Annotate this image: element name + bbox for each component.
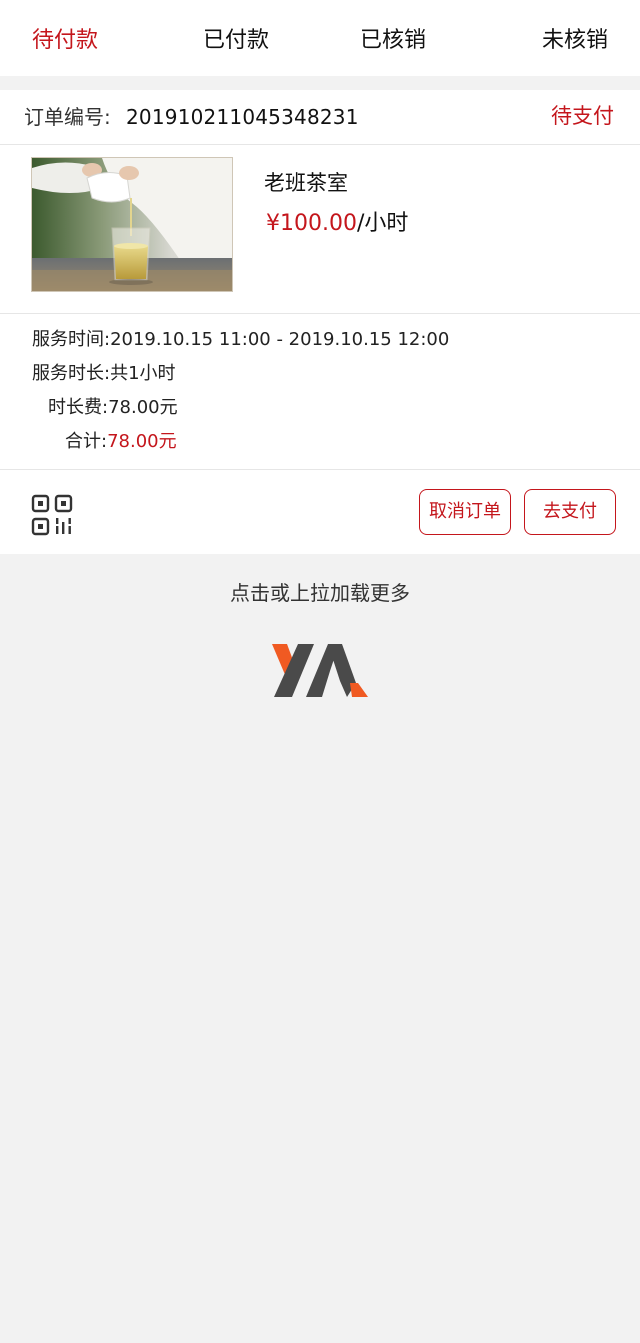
cancel-order-button[interactable]: 取消订单	[419, 489, 511, 535]
duration-value: 共1小时	[110, 363, 176, 384]
total-label: 合计:	[65, 431, 108, 452]
order-status-badge: 待支付	[551, 104, 614, 128]
tab-verified[interactable]: 已核销	[360, 24, 426, 58]
order-actions: 取消订单 去支付	[0, 470, 640, 554]
price-amount: ¥100.00	[266, 211, 357, 236]
service-time-row: 服务时间:2019.10.15 11:00 - 2019.10.15 12:00	[32, 327, 449, 353]
price-unit: /小时	[356, 211, 409, 236]
order-number: 201910211045348231	[126, 105, 359, 129]
total-row: 合计:78.00元	[65, 429, 177, 455]
fee-label: 时长费:	[48, 397, 109, 418]
order-card: 订单编号: 201910211045348231 待支付 老班茶室 ¥100.0…	[0, 90, 640, 554]
product-image	[31, 157, 233, 292]
fee-value: 78.00元	[108, 397, 178, 418]
order-header: 订单编号: 201910211045348231 待支付	[0, 90, 640, 145]
load-more-link[interactable]: 点击或上拉加载更多	[0, 577, 640, 609]
service-time-value: 2019.10.15 11:00 - 2019.10.15 12:00	[110, 329, 450, 350]
qr-code-icon[interactable]	[31, 494, 73, 536]
tab-pending-payment[interactable]: 待付款	[32, 24, 98, 58]
product-price: ¥100.00/小时	[266, 207, 408, 241]
order-status-tabs: 待付款 已付款 已核销 未核销	[0, 0, 640, 76]
duration-row: 服务时长:共1小时	[32, 361, 176, 387]
product-row[interactable]: 老班茶室 ¥100.00/小时	[0, 145, 640, 314]
pay-button[interactable]: 去支付	[524, 489, 616, 535]
tab-paid[interactable]: 已付款	[203, 24, 269, 58]
total-value: 78.00元	[107, 431, 177, 452]
product-name: 老班茶室	[264, 171, 348, 195]
order-number-label: 订单编号:	[24, 105, 111, 129]
duration-label: 服务时长:	[32, 363, 111, 384]
fee-row: 时长费:78.00元	[48, 395, 178, 421]
service-time-label: 服务时间:	[32, 329, 111, 350]
order-details: 服务时间:2019.10.15 11:00 - 2019.10.15 12:00…	[0, 314, 640, 470]
ym-logo	[272, 643, 368, 699]
tab-unverified[interactable]: 未核销	[542, 24, 608, 58]
